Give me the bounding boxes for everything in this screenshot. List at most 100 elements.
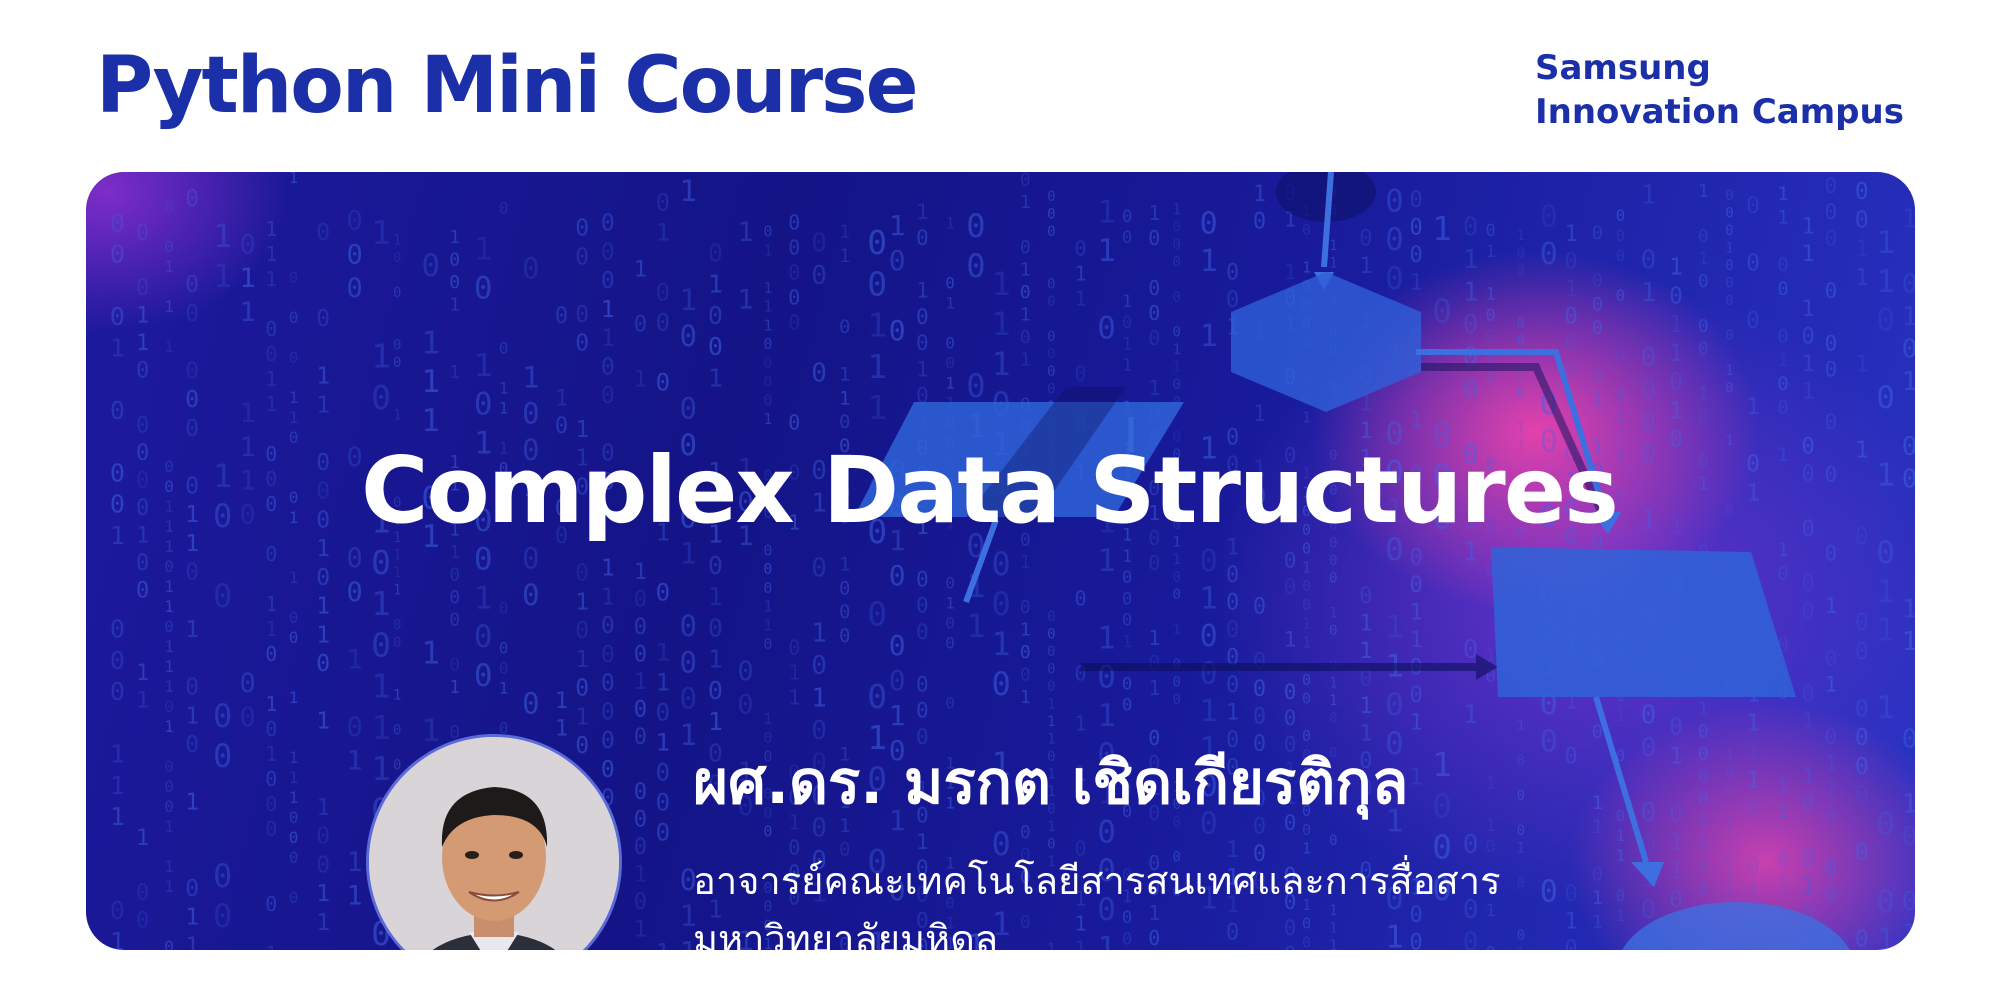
svg-text:1: 1: [1725, 888, 1733, 904]
svg-text:0: 0: [634, 312, 647, 337]
svg-text:0: 0: [1020, 665, 1031, 686]
svg-text:0: 0: [1746, 250, 1760, 276]
svg-text:1: 1: [371, 667, 391, 706]
svg-text:0: 0: [1432, 291, 1452, 330]
svg-text:0: 0: [164, 797, 174, 816]
svg-text:0: 0: [1698, 788, 1709, 809]
svg-text:1: 1: [1802, 297, 1815, 322]
svg-text:1: 1: [240, 466, 256, 497]
svg-text:0: 0: [1802, 462, 1815, 487]
svg-text:0: 0: [1148, 651, 1160, 675]
svg-text:1: 1: [164, 257, 174, 276]
svg-text:1: 1: [634, 862, 647, 887]
svg-text:1: 1: [499, 398, 509, 417]
svg-text:1: 1: [371, 337, 391, 376]
svg-text:0: 0: [213, 857, 232, 895]
svg-text:0: 0: [1075, 237, 1087, 261]
svg-text:0: 0: [1616, 226, 1626, 245]
lecture-banner: 0001000100011101000110000010011100001110…: [86, 172, 1915, 950]
svg-text:1: 1: [421, 364, 440, 400]
svg-text:1: 1: [1047, 714, 1055, 730]
svg-text:1: 1: [1329, 256, 1337, 272]
svg-text:0: 0: [289, 628, 299, 647]
svg-text:1: 1: [1173, 359, 1181, 375]
svg-text:1: 1: [1359, 639, 1372, 664]
svg-text:0: 0: [1902, 725, 1915, 755]
svg-text:0: 0: [656, 279, 670, 307]
svg-text:1: 1: [393, 408, 401, 424]
svg-text:1: 1: [1669, 858, 1683, 884]
svg-text:0: 0: [1616, 886, 1626, 905]
svg-text:0: 0: [240, 668, 256, 699]
svg-text:0: 0: [474, 270, 493, 306]
svg-text:0: 0: [1592, 270, 1603, 292]
svg-text:0: 0: [265, 642, 277, 666]
svg-text:0: 0: [966, 367, 985, 405]
svg-text:1: 1: [867, 388, 887, 427]
svg-text:0: 0: [265, 717, 277, 741]
svg-text:1: 1: [1725, 818, 1733, 834]
svg-text:1: 1: [289, 172, 299, 187]
svg-text:0: 0: [1486, 221, 1496, 241]
svg-text:0: 0: [1669, 427, 1683, 453]
svg-text:1: 1: [522, 360, 539, 394]
svg-text:0: 0: [1876, 884, 1895, 920]
svg-text:0: 0: [213, 497, 232, 535]
svg-text:1: 1: [289, 388, 299, 407]
svg-text:0: 0: [136, 881, 149, 906]
svg-text:0: 0: [708, 551, 723, 580]
svg-text:0: 0: [289, 268, 299, 287]
svg-text:0: 0: [1359, 227, 1372, 252]
svg-text:0: 0: [1517, 386, 1525, 402]
svg-text:1: 1: [185, 531, 199, 557]
svg-text:0: 0: [656, 369, 670, 397]
svg-text:1: 1: [164, 637, 174, 656]
svg-text:0: 0: [265, 792, 277, 816]
svg-text:1: 1: [499, 378, 509, 397]
svg-text:1: 1: [136, 523, 149, 548]
svg-text:0: 0: [737, 656, 753, 687]
svg-text:1: 1: [763, 242, 772, 260]
svg-text:0: 0: [1725, 853, 1733, 869]
svg-text:0: 0: [164, 777, 174, 796]
svg-text:0: 0: [1698, 721, 1709, 742]
svg-text:0: 0: [601, 671, 615, 697]
svg-text:0: 0: [1725, 206, 1733, 222]
svg-text:1: 1: [1302, 615, 1311, 633]
svg-text:1: 1: [966, 607, 985, 645]
svg-text:0: 0: [1669, 715, 1683, 741]
svg-text:1: 1: [839, 221, 850, 243]
svg-text:1: 1: [1329, 238, 1337, 254]
svg-text:0: 0: [656, 759, 670, 787]
svg-text:1: 1: [992, 345, 1011, 383]
svg-text:0: 0: [1020, 327, 1031, 348]
svg-text:1: 1: [393, 548, 401, 564]
svg-text:1: 1: [316, 795, 330, 821]
svg-text:0: 0: [347, 239, 363, 270]
svg-text:1: 1: [1802, 709, 1815, 734]
svg-text:0: 0: [185, 272, 199, 298]
svg-text:0: 0: [213, 577, 232, 615]
svg-text:1: 1: [788, 685, 800, 709]
svg-text:1: 1: [1725, 748, 1733, 764]
svg-text:0: 0: [1302, 671, 1311, 689]
svg-text:1: 1: [136, 303, 149, 328]
svg-text:0: 0: [371, 378, 391, 417]
svg-text:1: 1: [240, 297, 256, 328]
svg-text:0: 0: [601, 699, 615, 725]
svg-text:0: 0: [1825, 358, 1838, 382]
svg-text:0: 0: [763, 542, 772, 560]
svg-text:0: 0: [1047, 224, 1055, 240]
svg-text:1: 1: [185, 617, 199, 643]
svg-text:1: 1: [1641, 506, 1657, 536]
svg-text:0: 0: [110, 896, 125, 925]
lecture-title: Complex Data Structures: [361, 437, 1619, 544]
svg-text:0: 0: [136, 413, 149, 438]
svg-text:0: 0: [1902, 270, 1915, 300]
svg-text:1: 1: [1876, 225, 1895, 261]
svg-text:0: 0: [1253, 595, 1266, 620]
svg-text:0: 0: [1698, 743, 1709, 764]
svg-text:0: 0: [110, 208, 125, 237]
svg-text:1: 1: [474, 580, 493, 616]
svg-text:1: 1: [265, 367, 277, 391]
